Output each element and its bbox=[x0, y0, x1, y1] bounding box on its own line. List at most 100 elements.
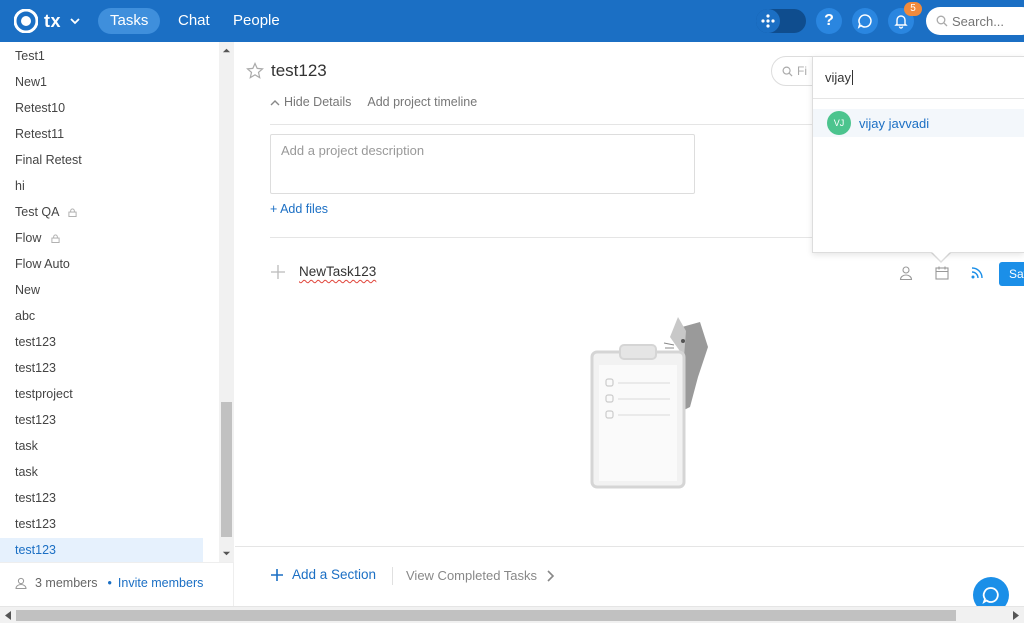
mode-toggle[interactable] bbox=[756, 9, 806, 33]
project-label: test123 bbox=[15, 491, 57, 505]
project-label: Final Retest bbox=[15, 153, 82, 167]
logo-text: tx bbox=[44, 10, 62, 31]
notification-badge: 5 bbox=[904, 2, 922, 16]
project-label: test123 bbox=[15, 413, 57, 427]
project-list: Test1 New1 Retest10 Retest11 Final Retes… bbox=[0, 42, 219, 562]
logo-icon bbox=[14, 9, 38, 33]
tab-tasks[interactable]: Tasks bbox=[98, 8, 161, 34]
sidebar-project-item[interactable]: test123 bbox=[0, 512, 203, 536]
save-task-button[interactable]: Sav bbox=[999, 262, 1024, 286]
view-completed-tasks-link[interactable]: View Completed Tasks bbox=[406, 568, 555, 583]
chevron-up-icon bbox=[270, 100, 280, 106]
sidebar-project-item[interactable]: task bbox=[0, 434, 203, 458]
invite-members-link[interactable]: Invite members bbox=[118, 576, 203, 590]
project-label: abc bbox=[15, 309, 36, 323]
sidebar-project-item[interactable]: New1 bbox=[0, 70, 203, 94]
project-label: test123 bbox=[15, 361, 57, 375]
lock-icon bbox=[68, 208, 77, 218]
project-label: New bbox=[15, 283, 41, 297]
members-count[interactable]: 3 members bbox=[35, 576, 98, 590]
task-name-input[interactable]: NewTask123 bbox=[299, 264, 376, 279]
project-label: testproject bbox=[15, 387, 73, 401]
tab-people[interactable]: People bbox=[221, 8, 292, 34]
sidebar-scrollbar-thumb[interactable] bbox=[221, 402, 232, 537]
sidebar-project-item[interactable]: test123 bbox=[0, 408, 203, 432]
chat-button[interactable] bbox=[852, 8, 878, 34]
sidebar-project-item[interactable]: test123 bbox=[0, 330, 203, 354]
sidebar-project-item[interactable]: abc bbox=[0, 304, 203, 328]
plus-icon[interactable] bbox=[270, 264, 286, 280]
add-project-timeline-link[interactable]: Add project timeline bbox=[367, 95, 477, 109]
app-logo[interactable]: tx bbox=[14, 9, 81, 33]
sidebar-project-item[interactable]: Retest10 bbox=[0, 96, 203, 120]
sidebar-project-item[interactable]: task bbox=[0, 460, 203, 484]
sidebar-project-item[interactable]: New bbox=[0, 278, 203, 302]
project-footer: Add a Section View Completed Tasks bbox=[235, 546, 1024, 613]
follower-search-query: vijay bbox=[825, 70, 852, 85]
follower-search-input[interactable]: vijay bbox=[813, 57, 1024, 99]
top-navigation-bar: tx Tasks Chat People ? 5 bbox=[0, 0, 1024, 42]
star-icon[interactable] bbox=[246, 62, 264, 80]
scroll-down-arrow-icon[interactable] bbox=[222, 549, 231, 558]
follower-result-item[interactable]: VJ vijay javvadi bbox=[813, 109, 1024, 137]
sidebar-project-item[interactable]: test123 bbox=[0, 356, 203, 380]
plus-icon: + bbox=[270, 202, 281, 216]
sidebar-project-item[interactable]: test123 bbox=[0, 486, 203, 510]
avatar: VJ bbox=[827, 111, 851, 135]
add-section-button[interactable]: Add a Section bbox=[270, 567, 376, 582]
chevron-right-icon bbox=[547, 569, 555, 582]
project-label: Flow bbox=[15, 231, 42, 245]
text-caret bbox=[852, 70, 854, 85]
chevron-down-icon[interactable] bbox=[69, 15, 81, 27]
calendar-icon[interactable] bbox=[934, 265, 950, 281]
horizontal-scrollbar-thumb[interactable] bbox=[16, 610, 956, 621]
sidebar-project-item[interactable]: testproject bbox=[0, 382, 203, 406]
horizontal-scrollbar[interactable] bbox=[0, 606, 1024, 623]
project-label: task bbox=[15, 439, 38, 453]
sidebar-project-item[interactable]: Final Retest bbox=[0, 148, 203, 172]
sidebar-project-item[interactable]: Retest11 bbox=[0, 122, 203, 146]
toggle-knob bbox=[756, 9, 780, 33]
project-title[interactable]: test123 bbox=[271, 61, 327, 81]
search-icon bbox=[936, 15, 948, 27]
sidebar-project-item[interactable]: Test1 bbox=[0, 44, 203, 68]
project-label: task bbox=[15, 465, 38, 479]
hide-details-link[interactable]: Hide Details bbox=[284, 95, 351, 109]
sidebar-project-item[interactable]: Flow bbox=[0, 226, 203, 250]
scroll-left-arrow-icon[interactable] bbox=[4, 611, 12, 620]
project-label: test123 bbox=[15, 335, 57, 349]
user-icon bbox=[15, 577, 27, 589]
lock-icon bbox=[51, 234, 60, 244]
add-files-label: Add files bbox=[280, 202, 329, 216]
search-input[interactable] bbox=[952, 13, 1024, 29]
sidebar-project-item[interactable]: Flow Auto bbox=[0, 252, 203, 276]
plus-icon bbox=[271, 568, 283, 581]
sidebar-project-item[interactable]: Test QA bbox=[0, 200, 203, 224]
search-icon bbox=[782, 66, 793, 77]
add-files-link[interactable]: + Add files bbox=[270, 202, 328, 216]
assignee-icon[interactable] bbox=[898, 265, 914, 281]
project-label: test123 bbox=[15, 543, 57, 557]
dots-icon bbox=[761, 14, 775, 28]
sidebar-footer: 3 members • Invite members bbox=[0, 562, 234, 602]
project-label: Test1 bbox=[15, 49, 45, 63]
follower-feed-icon[interactable] bbox=[969, 265, 985, 281]
scroll-up-arrow-icon[interactable] bbox=[222, 46, 231, 55]
project-label: Retest10 bbox=[15, 101, 66, 115]
filter-placeholder: Fi bbox=[797, 64, 807, 78]
sidebar-project-item[interactable]: hi bbox=[0, 174, 203, 198]
global-search[interactable] bbox=[926, 7, 1024, 35]
empty-tasks-illustration-icon bbox=[590, 317, 708, 489]
help-button[interactable]: ? bbox=[816, 8, 842, 34]
project-description-field[interactable]: Add a project description bbox=[270, 134, 695, 194]
tab-chat[interactable]: Chat bbox=[166, 8, 222, 34]
separator-dot: • bbox=[107, 575, 112, 590]
popup-pointer bbox=[931, 251, 951, 261]
bell-icon bbox=[894, 15, 908, 29]
add-section-label: Add a Section bbox=[292, 567, 377, 582]
project-label: Flow Auto bbox=[15, 257, 70, 271]
view-completed-label: View Completed Tasks bbox=[406, 568, 538, 583]
scroll-right-arrow-icon[interactable] bbox=[1012, 611, 1020, 620]
sidebar-project-item-active[interactable]: test123 bbox=[0, 538, 203, 562]
chat-bubble-icon bbox=[982, 587, 999, 605]
